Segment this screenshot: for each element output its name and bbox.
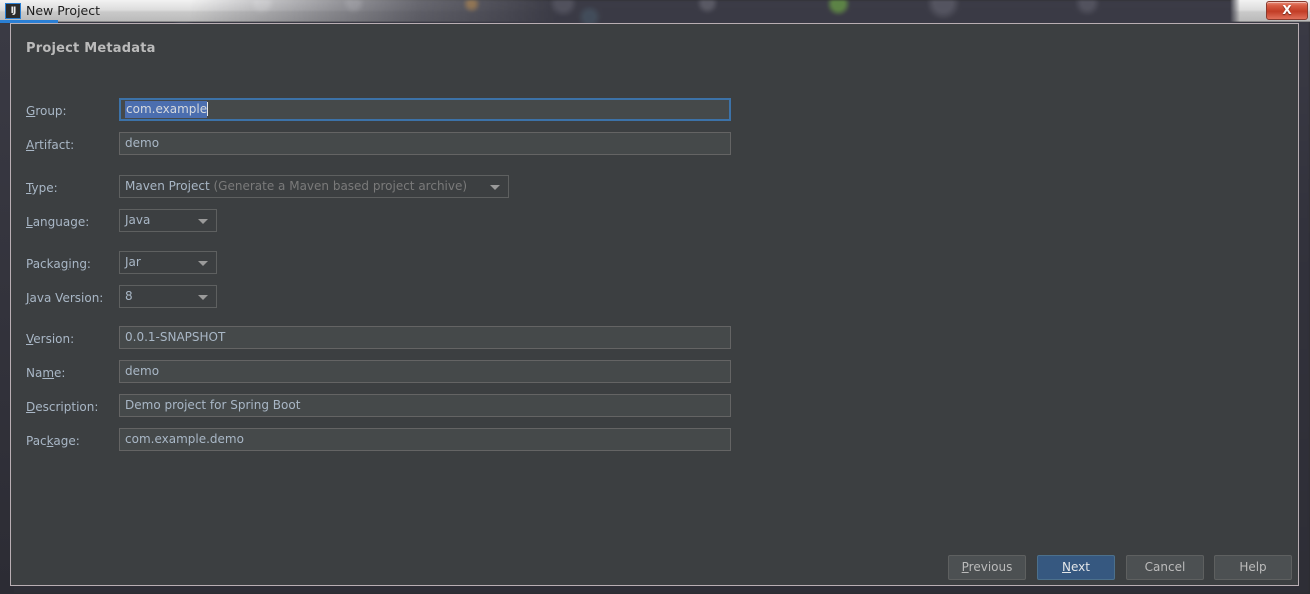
description-input[interactable]: Demo project for Spring Boot	[119, 394, 731, 417]
titlebar-content: IJ New Project X	[0, 0, 1310, 22]
package-input[interactable]: com.example.demo	[119, 428, 731, 451]
description-label: Description:	[26, 400, 99, 414]
cancel-button[interactable]: Cancel	[1126, 555, 1204, 580]
name-input[interactable]: demo	[119, 360, 731, 383]
artifact-input[interactable]: demo	[119, 132, 731, 155]
artifact-label: Artifact:	[26, 138, 75, 152]
chevron-down-icon	[198, 261, 208, 266]
version-input[interactable]: 0.0.1-SNAPSHOT	[119, 326, 731, 349]
type-label: Type:	[26, 181, 58, 195]
intellij-idea-icon: IJ	[5, 3, 21, 19]
page-title: Project Metadata	[26, 41, 156, 56]
help-button[interactable]: Help	[1214, 555, 1292, 580]
packaging-combobox[interactable]: Jar	[119, 251, 217, 274]
group-label: Group:	[26, 104, 67, 118]
chevron-down-icon	[490, 185, 500, 190]
name-label: Name:	[26, 366, 66, 380]
text-caret	[207, 102, 209, 116]
package-label: Package:	[26, 434, 80, 448]
language-combobox[interactable]: Java	[119, 209, 217, 232]
java-version-combobox[interactable]: 8	[119, 285, 217, 308]
chevron-down-icon	[198, 219, 208, 224]
language-label: Language:	[26, 215, 90, 229]
new-project-dialog: Project Metadata Group: com.example Arti…	[10, 23, 1299, 586]
next-button[interactable]: Next	[1037, 555, 1115, 580]
previous-button[interactable]: Previous	[948, 555, 1026, 580]
chevron-down-icon	[198, 295, 208, 300]
packaging-label: Packaging:	[26, 257, 91, 271]
java-version-label: Java Version:	[26, 291, 104, 305]
type-combobox[interactable]: Maven Project (Generate a Maven based pr…	[119, 175, 509, 198]
group-input[interactable]: com.example	[119, 98, 731, 121]
version-label: Version:	[26, 332, 75, 346]
close-icon[interactable]: X	[1266, 1, 1308, 20]
window-title: New Project	[26, 3, 101, 18]
